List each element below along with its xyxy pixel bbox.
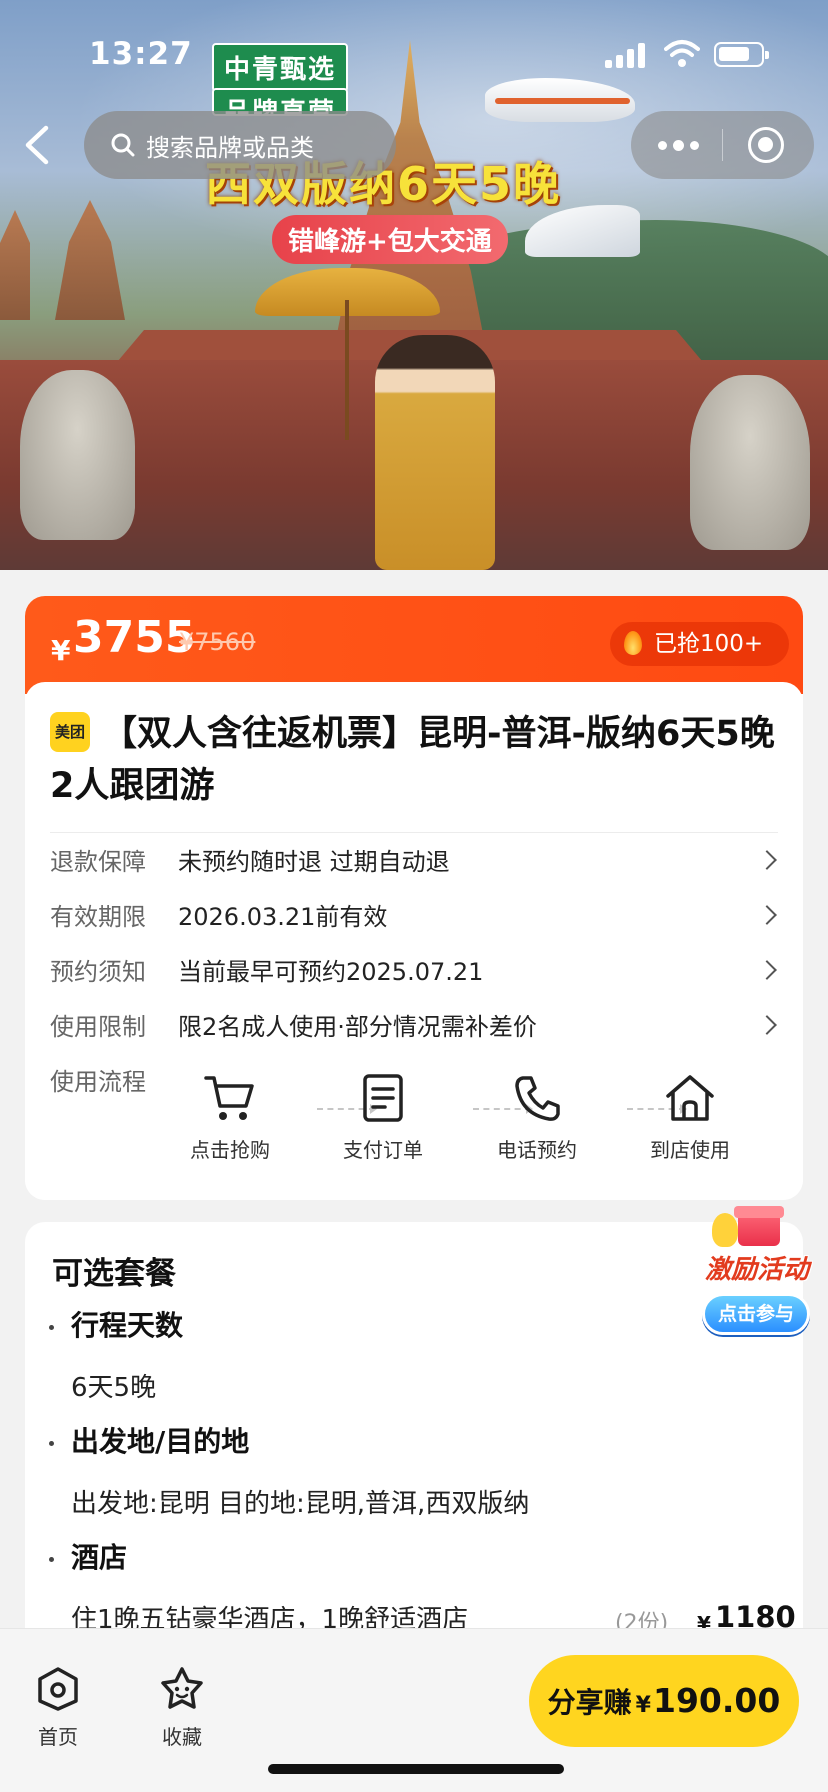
activity-join-button[interactable]: 点击参与 xyxy=(702,1293,810,1335)
tab-favorite[interactable]: 收藏 xyxy=(142,1665,222,1750)
chevron-right-icon xyxy=(757,960,777,980)
row-label: 使用限制 xyxy=(50,1013,146,1041)
back-button[interactable] xyxy=(18,120,58,170)
current-price: 3755 xyxy=(73,612,196,663)
row-value: 当前最早可预约2025.07.21 xyxy=(178,958,484,986)
chevron-right-icon xyxy=(757,850,777,870)
cart-icon xyxy=(204,1076,254,1120)
step-pay: 支付订单 xyxy=(328,1072,438,1163)
home-icon xyxy=(38,1667,78,1711)
step-label: 电话预约 xyxy=(497,1138,577,1162)
home-indicator xyxy=(268,1764,564,1774)
chevron-right-icon xyxy=(757,905,777,925)
hero-banner[interactable]: 中青甄选 品牌直营 西双版纳6天5晚 错峰游+包大交通 xyxy=(0,0,828,570)
divider xyxy=(50,832,778,833)
gift-icon xyxy=(734,1206,784,1246)
step-label: 支付订单 xyxy=(343,1138,423,1162)
price-currency: ¥ xyxy=(51,634,71,667)
info-row-validity[interactable]: 有效期限 2026.03.21前有效 xyxy=(50,897,778,937)
store-icon xyxy=(666,1075,714,1121)
step-label: 点击抢购 xyxy=(190,1138,270,1162)
product-card: ¥ 3755 ¥7560 已抢100+ 【双人含往返机票】昆明-普洱-版纳6天5… xyxy=(25,596,803,1200)
wifi-icon xyxy=(664,40,700,67)
hero-tag-1: 中青甄选 xyxy=(212,43,349,92)
product-title: 【双人含往返机票】昆明-普洱-版纳6天5晚2人跟团游 xyxy=(50,714,775,806)
row-value: 未预约随时退 过期自动退 xyxy=(178,848,450,876)
search-icon xyxy=(111,133,135,157)
chevron-right-icon xyxy=(757,1015,777,1035)
row-value: 2026.03.21前有效 xyxy=(178,903,388,931)
miniprogram-capsule xyxy=(631,111,814,179)
more-icon[interactable] xyxy=(658,140,699,151)
umbrella-pole xyxy=(345,300,349,440)
info-row-restriction[interactable]: 使用限制 限2名成人使用·部分情况需补差价 xyxy=(50,1007,778,1047)
meituan-badge: 美团 xyxy=(50,712,90,752)
search-placeholder: 搜索品牌或品类 xyxy=(146,133,314,162)
bunny-icon xyxy=(712,1213,738,1247)
price-bar: ¥ 3755 ¥7560 已抢100+ xyxy=(25,596,803,694)
section-title-days: 行程天数 xyxy=(71,1309,184,1342)
order-icon xyxy=(363,1074,403,1122)
lion-statue-right xyxy=(690,375,810,550)
lion-statue-left xyxy=(20,370,135,540)
bullet xyxy=(49,1325,54,1330)
activity-title: 激励活动 xyxy=(704,1255,809,1285)
package-card: 可选套餐 行程天数 6天5晚 出发地/目的地 出发地:昆明 目的地:昆明,普洱,… xyxy=(25,1222,803,1642)
capsule-divider xyxy=(722,129,723,161)
sold-text: 已抢100+ xyxy=(654,631,764,657)
package-title: 可选套餐 xyxy=(52,1256,176,1292)
section-title-hotel: 酒店 xyxy=(71,1541,128,1574)
flame-icon xyxy=(624,631,642,655)
bullet xyxy=(49,1557,54,1562)
row-label: 使用流程 xyxy=(50,1068,146,1096)
row-label: 有效期限 xyxy=(50,903,146,931)
bullet xyxy=(49,1441,54,1446)
tab-label: 首页 xyxy=(38,1725,78,1749)
product-info: 【双人含往返机票】昆明-普洱-版纳6天5晚2人跟团游 美团 退款保障 未预约随时… xyxy=(25,682,803,1200)
step-use: 到店使用 xyxy=(635,1072,745,1163)
status-time: 13:27 xyxy=(89,36,193,72)
signal-icon xyxy=(605,42,647,68)
favorite-icon xyxy=(161,1667,203,1709)
section-value-days: 6天5晚 xyxy=(71,1373,157,1403)
model-figure xyxy=(375,335,495,570)
share-currency: ¥ xyxy=(635,1693,651,1718)
close-miniprogram-icon[interactable] xyxy=(748,127,784,163)
tab-label: 收藏 xyxy=(162,1725,202,1749)
row-label: 预约须知 xyxy=(50,958,146,986)
sold-badge: 已抢100+ xyxy=(610,622,790,666)
info-row-booking[interactable]: 预约须知 当前最早可预约2025.07.21 xyxy=(50,952,778,992)
battery-icon xyxy=(714,42,769,67)
share-amount: 190.00 xyxy=(652,1681,781,1720)
airplane-stripe xyxy=(495,98,630,104)
phone-icon xyxy=(515,1076,560,1121)
section-value-route: 出发地:昆明 目的地:昆明,普洱,西双版纳 xyxy=(71,1489,530,1519)
info-row-refund[interactable]: 退款保障 未预约随时退 过期自动退 xyxy=(50,842,778,882)
row-label: 退款保障 xyxy=(50,848,146,876)
usage-process: 点击抢购 支付订单 电话预约 到店使用 xyxy=(175,1072,775,1182)
activity-float[interactable]: 激励活动 点击参与 xyxy=(690,1205,824,1345)
row-value: 限2名成人使用·部分情况需补差价 xyxy=(178,1013,537,1041)
section-title-route: 出发地/目的地 xyxy=(71,1425,250,1458)
share-earn-button[interactable]: 分享赚 ¥190.00 xyxy=(529,1655,799,1747)
step-call: 电话预约 xyxy=(482,1072,592,1163)
step-label: 到店使用 xyxy=(650,1138,730,1162)
hero-subline: 错峰游+包大交通 xyxy=(272,215,508,264)
tab-home[interactable]: 首页 xyxy=(18,1665,98,1750)
original-price: ¥7560 xyxy=(179,628,256,656)
step-buy: 点击抢购 xyxy=(175,1072,285,1163)
share-label: 分享赚 xyxy=(547,1686,632,1719)
search-bar[interactable]: 搜索品牌或品类 xyxy=(84,111,396,179)
